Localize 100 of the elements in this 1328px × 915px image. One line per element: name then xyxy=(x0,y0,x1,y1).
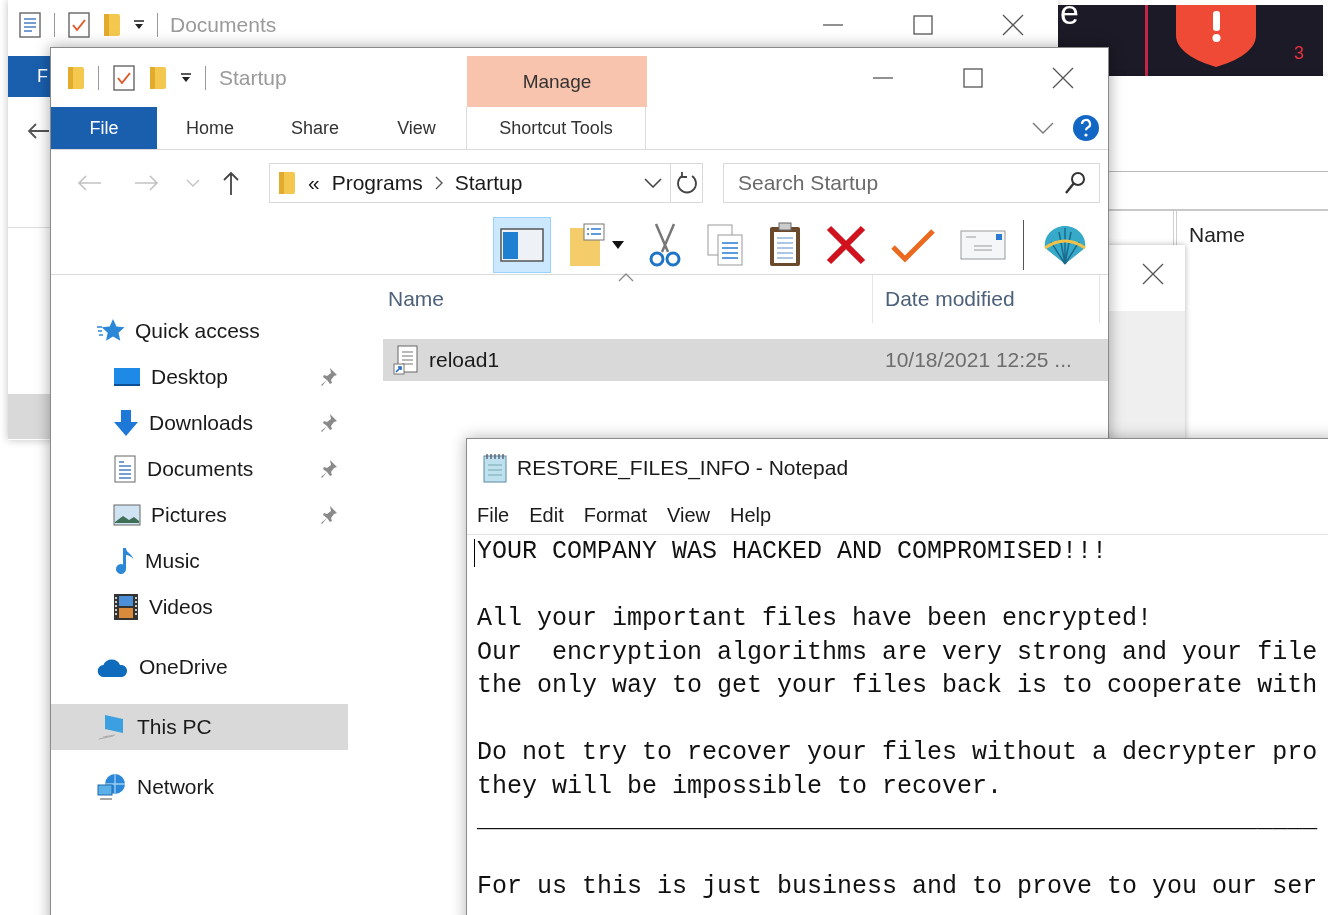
pane-layout-icon xyxy=(500,228,544,262)
nav-item[interactable]: Desktop xyxy=(51,354,348,400)
menu-item[interactable]: Help xyxy=(722,502,780,529)
nav-label: Desktop xyxy=(151,365,229,389)
file-name: reload1 xyxy=(429,348,500,372)
help-icon[interactable] xyxy=(1072,114,1100,142)
ribbon-tab[interactable]: File xyxy=(51,107,157,149)
checkmark-icon xyxy=(890,227,936,263)
nav-label: Documents xyxy=(147,457,254,481)
breadcrumb[interactable]: Programs xyxy=(331,171,423,195)
chevron-down-icon xyxy=(186,179,200,187)
left-arrow-icon xyxy=(76,173,102,193)
nav-item[interactable]: Videos xyxy=(51,584,348,630)
file-tab[interactable]: F xyxy=(8,56,50,97)
folder-icon xyxy=(103,12,121,38)
document-icon xyxy=(113,455,137,483)
chevron-right-icon xyxy=(434,176,443,190)
nav-item[interactable]: Documents xyxy=(51,446,348,492)
music-note-icon xyxy=(113,546,135,576)
picture-icon xyxy=(113,504,141,526)
note-paragraph: For us this is just business and to prove to you our ser xyxy=(477,871,1318,903)
envelope-icon xyxy=(960,230,1006,260)
delete-icon xyxy=(826,225,866,265)
notepad-icon xyxy=(481,453,509,483)
ribbon-tab[interactable]: Home xyxy=(157,107,263,149)
customize-caret-icon xyxy=(180,71,192,84)
search-icon xyxy=(1064,171,1086,195)
network-globe-icon xyxy=(97,773,127,801)
clipboard-icon xyxy=(768,222,802,268)
nav-label: Quick access xyxy=(135,319,260,343)
download-arrow-icon xyxy=(113,409,139,437)
window-title: RESTORE_FILES_INFO - Notepad xyxy=(517,456,849,480)
window-title: Startup xyxy=(219,65,287,90)
nav-label: Downloads xyxy=(149,411,253,435)
cloud-icon xyxy=(97,656,129,678)
nav-item[interactable]: Music xyxy=(51,538,348,584)
text-cursor xyxy=(474,539,475,567)
minimize-icon xyxy=(873,75,893,80)
window-title: Documents xyxy=(170,13,277,37)
nav-item[interactable]: Quick access xyxy=(51,308,348,354)
folder-icon xyxy=(278,170,296,196)
nav-label: OneDrive xyxy=(139,655,228,679)
breadcrumb-overflow[interactable]: « xyxy=(308,171,320,195)
logo-text: e xyxy=(1059,5,1079,27)
close-icon[interactable] xyxy=(1142,263,1164,285)
file-date: 10/18/2021 12:25 ... xyxy=(884,348,1072,372)
right-arrow-icon xyxy=(134,173,160,193)
monitor-icon xyxy=(113,365,141,389)
column-header[interactable]: Name xyxy=(352,275,873,323)
file-row[interactable]: reload1 10/18/2021 12:25 ... xyxy=(383,339,1108,381)
column-header[interactable]: Name xyxy=(1177,211,1246,257)
film-icon xyxy=(113,593,139,621)
properties-icon xyxy=(112,63,136,92)
nav-item[interactable]: Pictures xyxy=(51,492,348,538)
document-icon xyxy=(18,11,42,39)
ribbon-tab[interactable]: View xyxy=(367,107,466,149)
ribbon-tab[interactable]: Shortcut Tools xyxy=(466,107,646,149)
column-header[interactable]: Date modified xyxy=(873,275,1100,323)
close-icon xyxy=(1052,66,1074,89)
caret-icon xyxy=(612,241,624,249)
menu-item[interactable]: Edit xyxy=(521,502,572,529)
nav-label: Network xyxy=(137,775,215,799)
folder-icon xyxy=(67,64,85,91)
up-arrow-icon xyxy=(221,170,241,196)
menu-item[interactable]: View xyxy=(659,502,719,529)
properties-icon xyxy=(67,11,91,39)
context-tab-header: Manage xyxy=(467,56,647,107)
address-bar[interactable]: « Programs Startup xyxy=(269,163,703,203)
nav-label: Videos xyxy=(149,595,213,619)
alert-count: 3 xyxy=(1293,43,1304,64)
copy-icon xyxy=(706,223,744,267)
nav-item[interactable]: This PC xyxy=(51,704,348,750)
chevron-down-icon[interactable] xyxy=(644,178,662,188)
nav-item[interactable]: Network xyxy=(51,764,348,810)
nav-label: Music xyxy=(145,549,200,573)
folder-checklist-icon xyxy=(568,222,606,268)
nav-label: Pictures xyxy=(151,503,227,527)
shield-alert-icon xyxy=(1173,5,1258,67)
nav-item[interactable]: OneDrive xyxy=(51,644,348,690)
close-icon xyxy=(1002,14,1024,36)
chevron-down-icon[interactable] xyxy=(1032,122,1054,134)
back-arrow-icon xyxy=(26,121,50,141)
maximize-icon xyxy=(913,15,933,35)
banner-divider xyxy=(1144,5,1148,76)
refresh-icon xyxy=(675,171,698,195)
menu-item[interactable]: Format xyxy=(575,502,656,529)
note-paragraph: All your important files have been encrypted! Our encryption algorithms are very strong and your file the only way to get your files back is to cooperate with xyxy=(477,603,1318,702)
search-field[interactable]: Search Startup xyxy=(723,163,1100,203)
shortcut-file-icon xyxy=(393,345,419,375)
menu-item[interactable]: File xyxy=(469,502,518,529)
customize-caret-icon xyxy=(133,19,145,31)
minimize-icon xyxy=(823,23,843,27)
nav-item[interactable]: Downloads xyxy=(51,400,348,446)
ribbon-tab[interactable]: Share xyxy=(263,107,367,149)
breadcrumb[interactable]: Startup xyxy=(454,171,523,195)
folder-icon xyxy=(149,64,167,91)
nav-label: This PC xyxy=(137,715,212,739)
note-paragraph: Do not try to recover your files without a decrypter pro they will be impossible to recover. ________________________________________________________ xyxy=(477,737,1318,836)
maximize-icon xyxy=(963,67,983,88)
preview-pane-button[interactable] xyxy=(493,217,551,273)
